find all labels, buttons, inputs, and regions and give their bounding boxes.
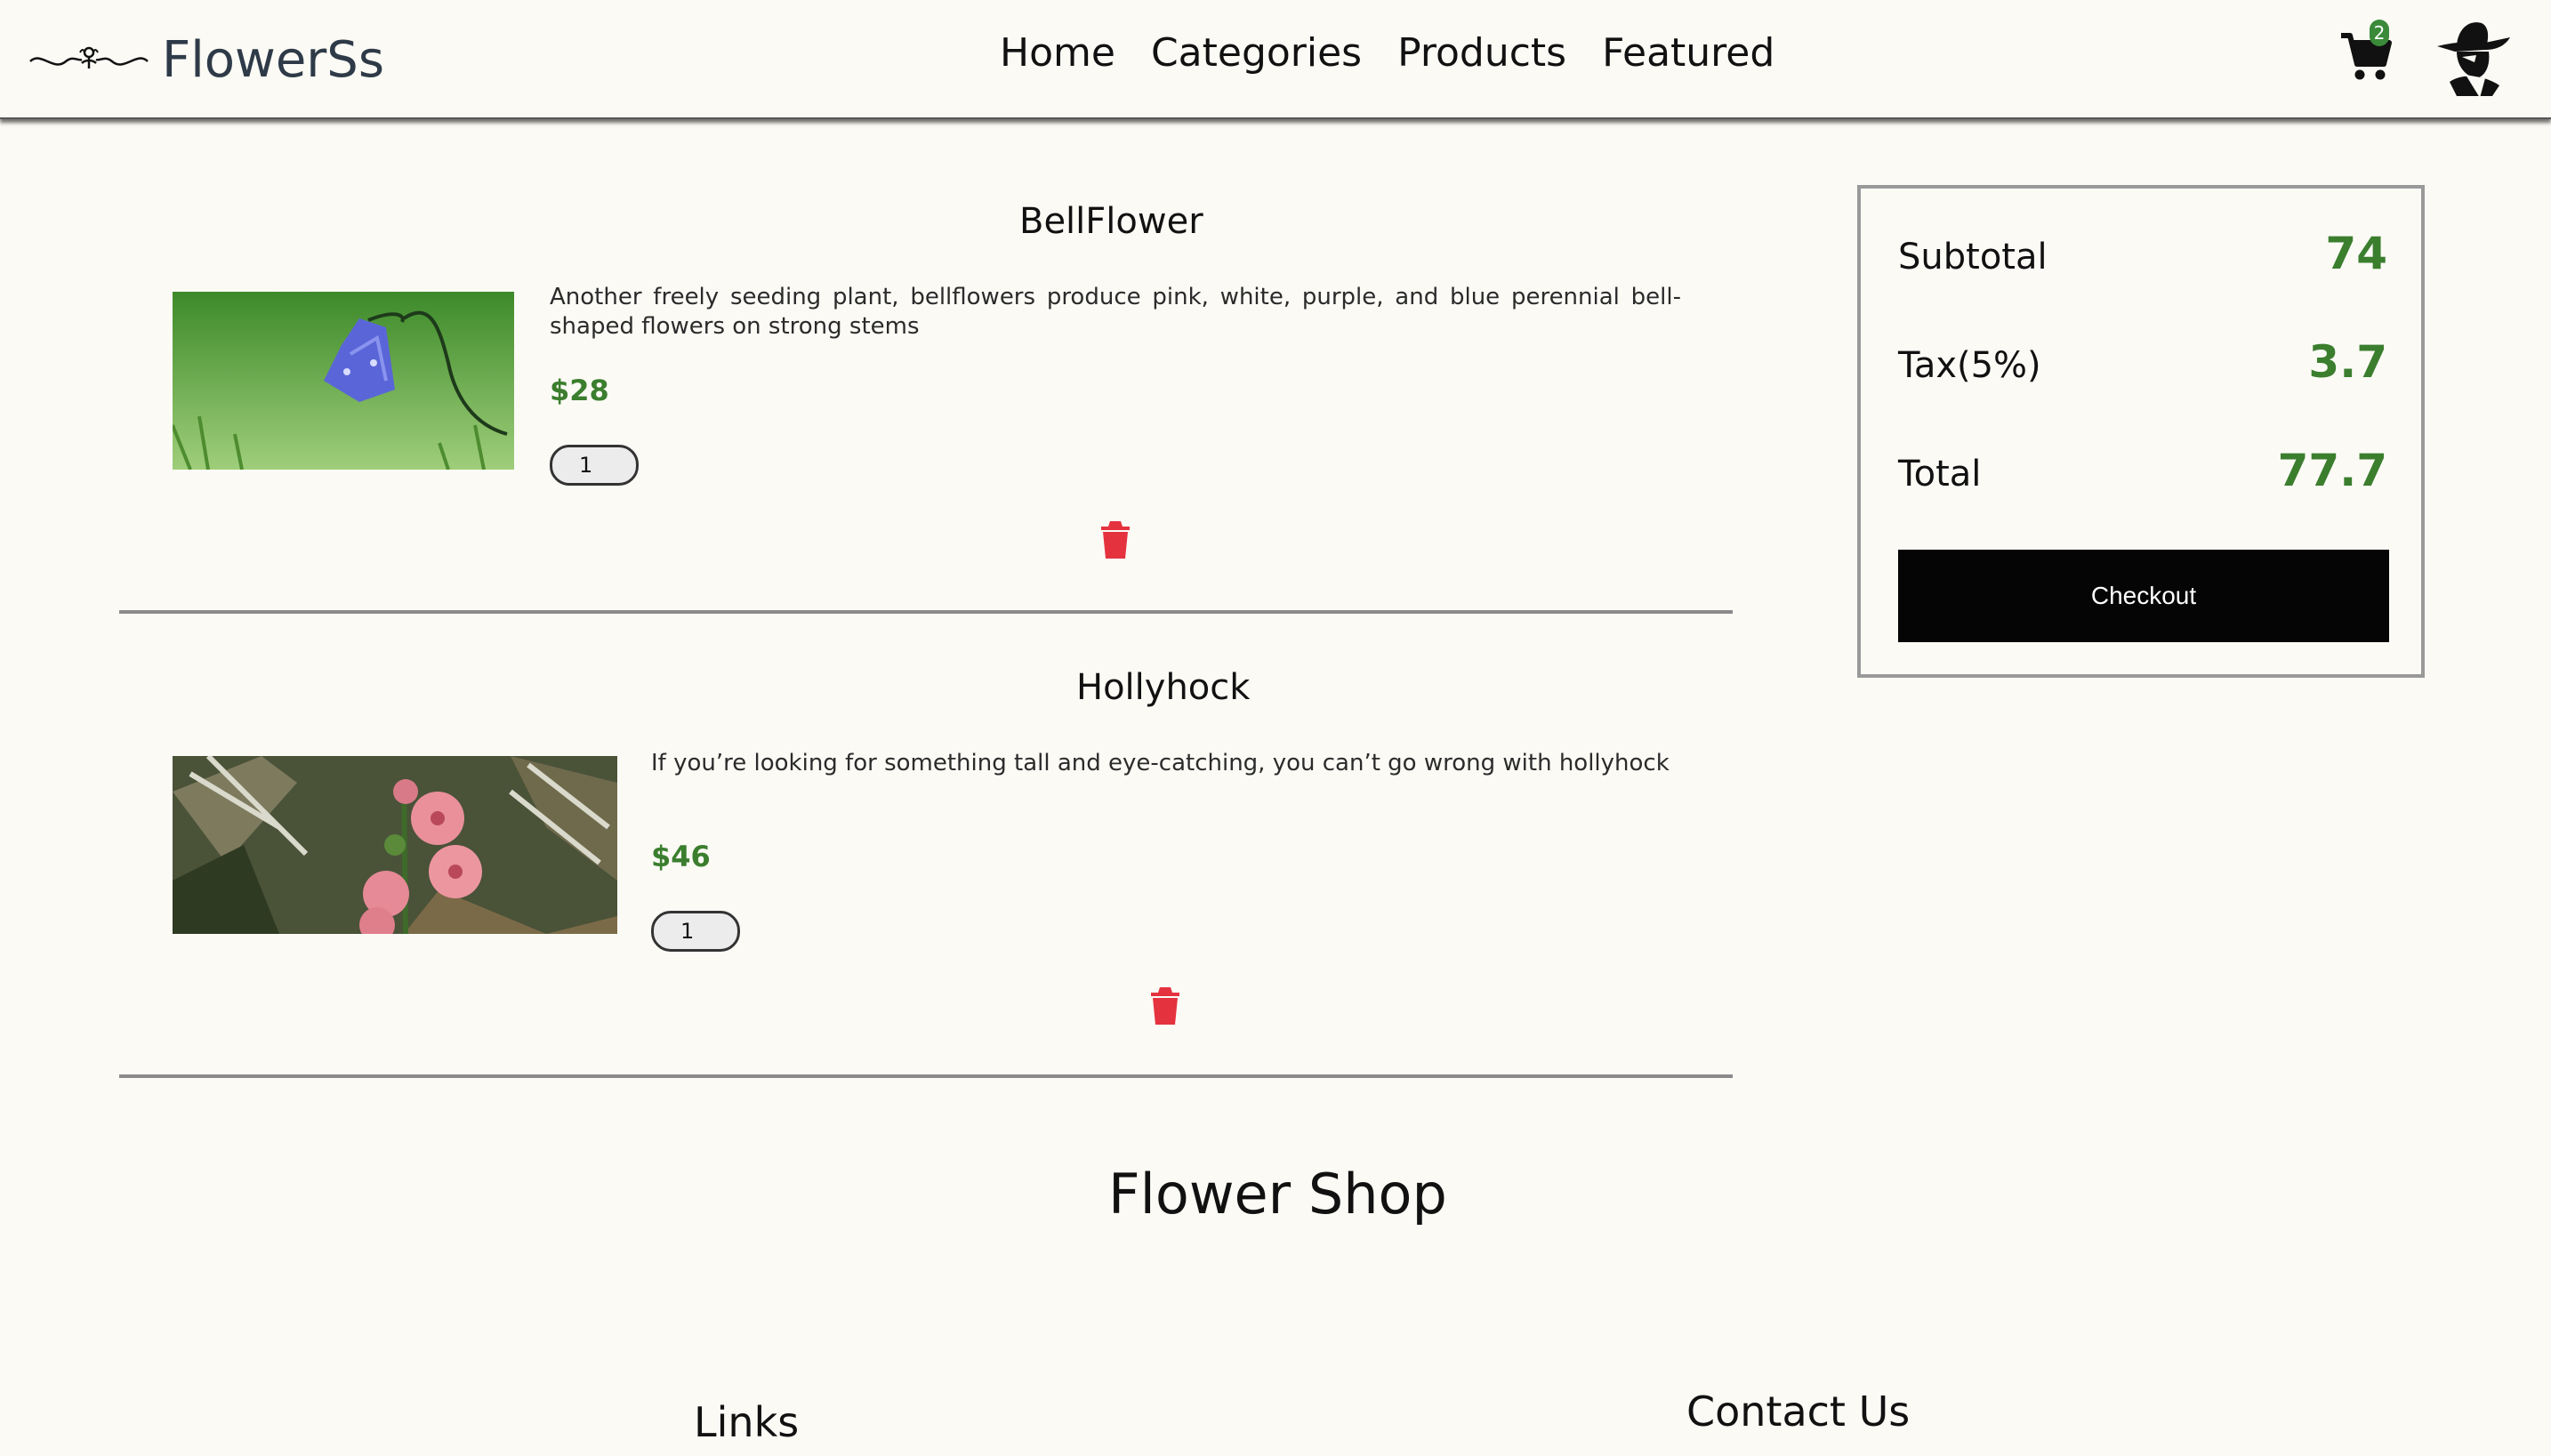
item-title: Hollyhock (1076, 667, 1251, 708)
product-image-hollyhock (173, 756, 617, 934)
top-navbar: FlowerSs Home Categories Products Featur… (0, 0, 2551, 119)
quantity-input[interactable]: 1 (550, 445, 639, 486)
order-summary: Subtotal 74 Tax(5%) 3.7 Total 77.7 Check… (1857, 185, 2425, 678)
nav-categories[interactable]: Categories (1151, 30, 1362, 76)
tax-value: 3.7 (2308, 336, 2387, 388)
tax-label: Tax(5%) (1898, 345, 2041, 386)
total-value: 77.7 (2277, 445, 2387, 496)
item-title: BellFlower (1019, 201, 1203, 242)
total-row: Total 77.7 (1898, 445, 2387, 496)
nav-home[interactable]: Home (1000, 30, 1115, 76)
checkout-button[interactable]: Checkout (1898, 550, 2389, 642)
product-image-bellflower (173, 292, 514, 470)
footer-contact-heading: Contact Us (1686, 1388, 1911, 1436)
main-nav: Home Categories Products Featured (1000, 30, 1810, 76)
cart-button[interactable]: 2 (2339, 20, 2394, 84)
trash-icon[interactable] (1099, 519, 1131, 559)
nav-products[interactable]: Products (1397, 30, 1566, 76)
item-description: Another freely seeding plant, bellflower… (550, 284, 1681, 340)
footer-links-heading: Links (694, 1398, 800, 1446)
quantity-input[interactable]: 1 (651, 911, 740, 952)
subtotal-label: Subtotal (1898, 237, 2048, 278)
brand-logo[interactable]: FlowerSs (28, 27, 384, 93)
total-label: Total (1898, 454, 1982, 495)
cart-count-badge: 2 (2370, 20, 2389, 46)
user-avatar[interactable] (2430, 16, 2515, 98)
brand-name: FlowerSs (162, 30, 385, 89)
item-divider (119, 1074, 1733, 1078)
trash-icon[interactable] (1149, 985, 1181, 1025)
item-description: If you’re looking for something tall and… (651, 750, 1670, 776)
floral-ornament-icon (29, 46, 149, 68)
subtotal-row: Subtotal 74 (1898, 228, 2387, 279)
tax-row: Tax(5%) 3.7 (1898, 336, 2387, 388)
item-price: $46 (651, 840, 711, 873)
item-divider (119, 610, 1733, 614)
nav-featured[interactable]: Featured (1602, 30, 1774, 76)
footer-title: Flower Shop (1108, 1162, 1447, 1227)
subtotal-value: 74 (2325, 228, 2387, 279)
item-price: $28 (550, 374, 609, 407)
user-avatar-icon (2437, 22, 2510, 98)
